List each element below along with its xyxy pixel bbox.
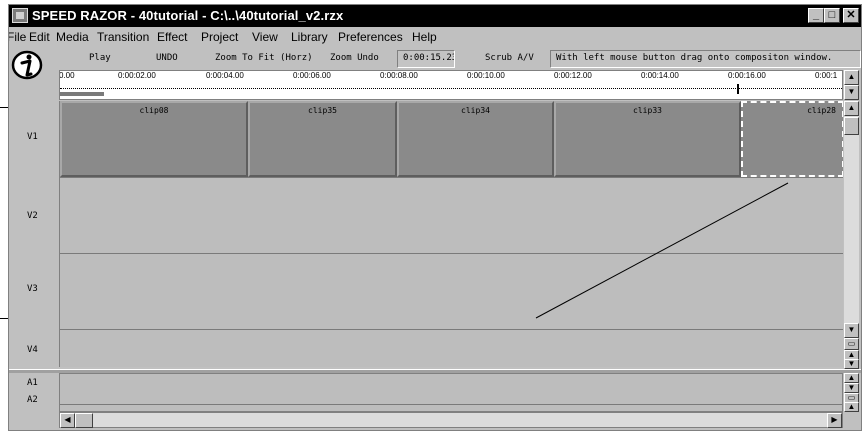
scrub-av-button[interactable]: Scrub A/V [485,53,534,63]
clip-label: clip08 [139,106,169,115]
clip-label: clip33 [633,106,662,115]
scroll-up-icon[interactable]: ▲ [844,101,859,116]
clip-label: clip34 [461,106,490,115]
audio-timeline[interactable] [59,373,843,412]
track-divider [60,329,843,330]
info-i-icon[interactable] [11,49,44,85]
menu-project[interactable]: Project [201,30,238,44]
track-label: V3 [27,284,38,294]
ruler-dots [60,88,842,90]
track-header-a1[interactable]: A1 [9,373,59,392]
menu-view[interactable]: View [252,30,278,44]
video-scrollbar[interactable]: ▲ ▼ ▭ ▲ ▼ [844,101,859,369]
track-header-v1[interactable]: V1 [9,101,59,177]
track-header-v2[interactable]: V2 [9,177,59,253]
scroll-up-icon[interactable]: ▲ [844,373,859,383]
track-label: A2 [27,395,38,405]
clip-label: clip28 [807,106,836,115]
menu-effect[interactable]: Effect [157,30,187,44]
ruler-tick: 0:00:14.00 [641,71,679,80]
video-timeline[interactable]: clip08 clip35 clip34 clip33 clip28 [59,101,843,367]
ruler-tick: 0:00:04.00 [206,71,244,80]
menu-preferences[interactable]: Preferences [338,30,403,44]
scroll-down-icon[interactable]: ▼ [844,323,859,338]
clip-block[interactable]: clip08 [60,101,248,177]
minimize-button[interactable]: _ [808,8,824,23]
scroll-up-icon[interactable]: ▲ [844,70,859,85]
clip-block[interactable]: clip34 [397,101,554,177]
menu-file[interactable]: File [9,30,26,44]
ruler-scrollbar[interactable]: ▲ ▼ [844,70,859,100]
menu-help[interactable]: Help [412,30,437,44]
scroll-left-icon[interactable]: ◀ [60,413,75,428]
ruler-tick: 0:00:06.00 [293,71,331,80]
play-button[interactable]: Play [89,53,111,63]
track-label: V4 [27,345,38,355]
scroll-thumb[interactable] [75,413,93,428]
playhead-marker[interactable] [737,84,739,94]
menu-edit[interactable]: Edit [29,30,50,44]
timeline-ruler[interactable]: 0.00 0:00:02.00 0:00:04.00 0:00:06.00 0:… [59,70,843,100]
track-divider [60,253,843,254]
track-label: V2 [27,211,38,221]
close-button[interactable]: ✕ [843,8,859,23]
clip-label: clip35 [308,106,337,115]
menu-transition[interactable]: Transition [97,30,149,44]
menu-bar: File Edit Media Transition Effect Projec… [9,28,861,46]
app-icon[interactable] [12,8,28,23]
ruler-tick: 0:00:10.00 [467,71,505,80]
window-title: SPEED RAZOR - 40tutorial - C:\..\40tutor… [32,8,344,23]
ruler-tick: 0:00:12.00 [554,71,592,80]
app-window: SPEED RAZOR - 40tutorial - C:\..\40tutor… [8,4,862,431]
track-header-a2[interactable]: A2 [9,392,59,412]
horizontal-scrollbar[interactable]: ◀ ▶ [59,412,843,428]
menu-library[interactable]: Library [291,30,328,44]
track-label: V1 [27,132,38,142]
scroll-up-icon[interactable]: ▲ [844,402,859,412]
undo-button[interactable]: UNDO [156,53,178,63]
ruler-tick: 0.00 [59,71,75,80]
scroll-thumb[interactable] [844,117,859,135]
scroll-right-icon[interactable]: ▶ [827,413,842,428]
scroll-down-icon[interactable]: ▼ [844,85,859,100]
track-divider [60,177,843,178]
timecode-field[interactable]: 0:00:15.23 [397,50,455,68]
scroll-down-icon[interactable]: ▼ [844,383,859,393]
track-header-v3[interactable]: V3 [9,253,59,329]
ruler-tick: 0:00:08.00 [380,71,418,80]
audio-scrollbar[interactable]: ▲ ▼ ▭ ▲ [844,373,859,412]
ruler-tick: 0:00:16.00 [728,71,766,80]
zoom-undo-button[interactable]: Zoom Undo [330,53,379,63]
track-label: A1 [27,378,38,388]
toolbar: Play UNDO Zoom To Fit (Horz) Zoom Undo 0… [9,47,861,80]
scroll-down-icon[interactable]: ▼ [844,359,859,369]
status-field: With left mouse button drag onto composi… [550,50,861,68]
clip-block-selected[interactable]: clip28 [741,101,843,177]
ruler-tick: 0:00:02.00 [118,71,156,80]
ruler-tick: 0:00:1 [815,71,838,80]
track-resize-icon[interactable]: ▭ [844,338,859,350]
maximize-button[interactable]: □ [824,8,840,23]
scrub-bar[interactable] [60,92,104,96]
clip-block[interactable]: clip33 [554,101,741,177]
title-bar[interactable]: SPEED RAZOR - 40tutorial - C:\..\40tutor… [9,5,861,27]
zoom-to-fit-button[interactable]: Zoom To Fit (Horz) [215,53,313,63]
menu-media[interactable]: Media [56,30,89,44]
track-divider [60,404,842,405]
track-header-v4[interactable]: V4 [9,329,59,369]
clip-block[interactable]: clip35 [248,101,397,177]
